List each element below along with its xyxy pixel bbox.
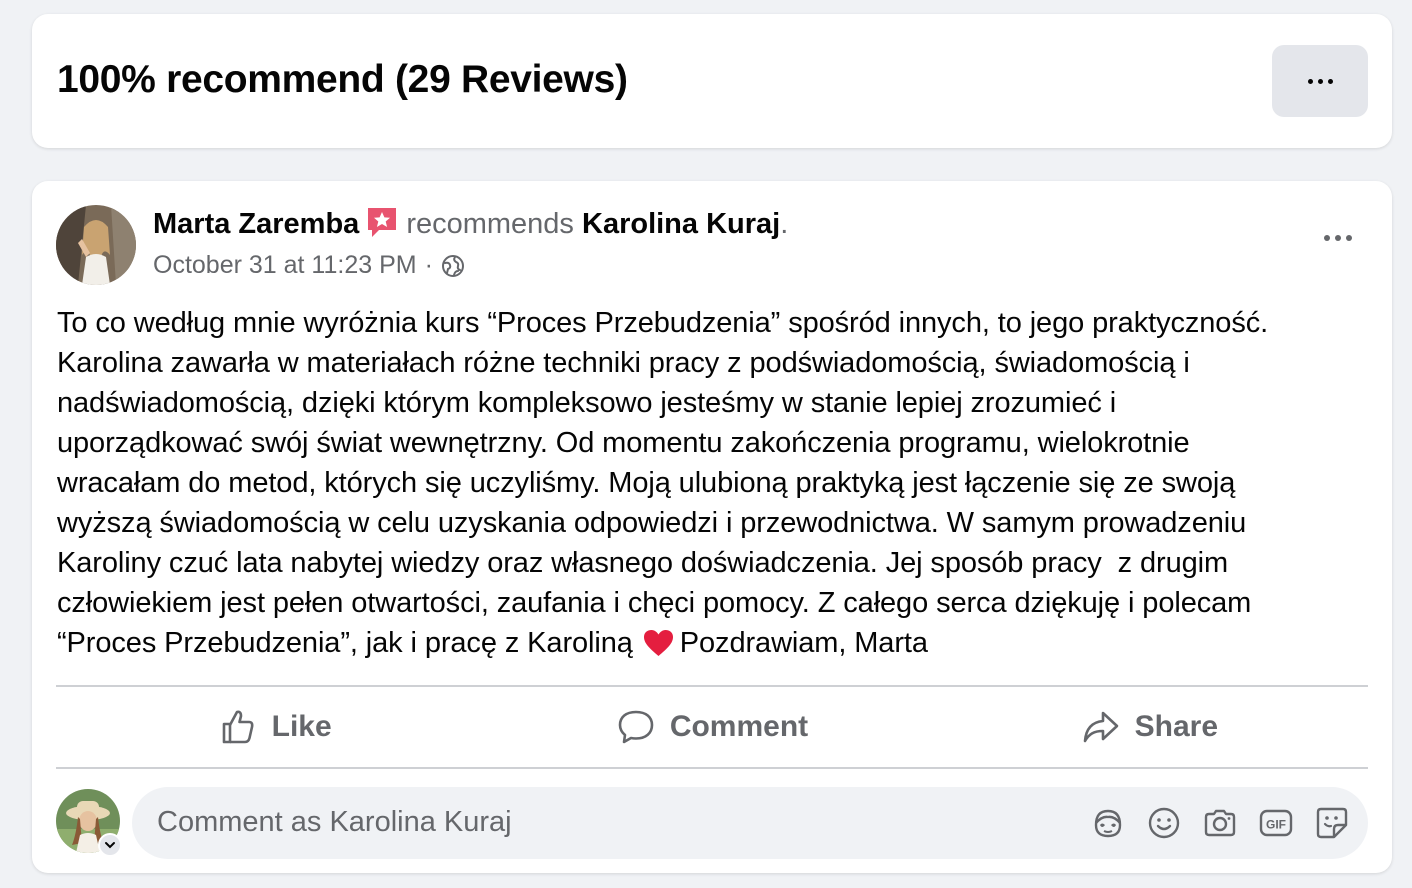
post-actions-bar: Like Comment Share bbox=[56, 687, 1368, 767]
reviews-summary-title: 100% recommend (29 Reviews) bbox=[57, 58, 628, 101]
author-name[interactable]: Marta Zaremba bbox=[153, 208, 359, 241]
avatar-sticker-icon[interactable] bbox=[1090, 805, 1126, 841]
recommendation-star-icon bbox=[365, 205, 399, 239]
sticker-icon[interactable] bbox=[1314, 805, 1350, 841]
post-text-last-line: “Proces Przebudzenia”, jak i pracę z Kar… bbox=[57, 623, 1377, 663]
camera-icon[interactable] bbox=[1202, 805, 1238, 841]
gif-icon[interactable]: GIF bbox=[1258, 805, 1294, 841]
post-author-line: Marta Zaremba recommends Karolina Kuraj … bbox=[153, 207, 788, 241]
author-line-period: . bbox=[780, 207, 789, 240]
chevron-down-icon[interactable] bbox=[98, 833, 122, 857]
post-text-line: nadświadomością, dzięki którym komplekso… bbox=[57, 387, 1117, 419]
review-post-card: Marta Zaremba recommends Karolina Kuraj … bbox=[32, 181, 1392, 873]
post-text-line: Karolina zawarła w materiałach różne tec… bbox=[57, 347, 1190, 379]
reviews-header-card: 100% recommend (29 Reviews) bbox=[32, 14, 1392, 148]
emoji-icon[interactable] bbox=[1146, 805, 1182, 841]
more-horizontal-icon bbox=[1324, 235, 1352, 241]
red-heart-icon bbox=[643, 630, 673, 656]
post-text-line: wracałam do metod, których się uczyliśmy… bbox=[57, 467, 1236, 499]
post-timestamp[interactable]: October 31 at 11:23 PM bbox=[153, 251, 417, 280]
comment-input[interactable]: Comment as Karolina Kuraj GIF bbox=[132, 787, 1368, 859]
share-label: Share bbox=[1134, 710, 1219, 743]
post-text-line: uporządkować swój świat wewnętrzny. Od m… bbox=[57, 427, 1190, 459]
post-text-line: To co według mnie wyróżnia kurs “Proces … bbox=[57, 307, 1269, 339]
post-text-line: Karoliny czuć lata nabytej wiedzy oraz w… bbox=[57, 547, 1229, 579]
post-text-line: człowiekiem jest pełen otwartości, zaufa… bbox=[57, 587, 1252, 619]
comment-bubble-icon bbox=[618, 710, 654, 744]
meta-separator: · bbox=[424, 251, 433, 279]
like-label: Like bbox=[271, 710, 332, 743]
post-text-line: wyższą świadomością w celu uzyskania odp… bbox=[57, 507, 1247, 539]
post-body: To co według mnie wyróżnia kurs “Proces … bbox=[57, 303, 1377, 663]
thumbs-up-icon bbox=[222, 710, 254, 744]
author-avatar[interactable] bbox=[56, 205, 136, 285]
post-text-segment: “Proces Przebudzenia”, jak i pracę z Kar… bbox=[57, 627, 633, 659]
post-more-button[interactable] bbox=[1324, 235, 1352, 241]
actions-divider-bottom bbox=[56, 767, 1368, 769]
composer-icons: GIF bbox=[1090, 805, 1350, 841]
svg-text:GIF: GIF bbox=[1266, 818, 1286, 832]
share-arrow-icon bbox=[1083, 711, 1118, 743]
globe-icon[interactable] bbox=[441, 254, 465, 278]
comment-button[interactable]: Comment bbox=[493, 687, 930, 767]
post-text-segment: Pozdrawiam, Marta bbox=[679, 627, 928, 659]
more-horizontal-icon bbox=[1307, 78, 1333, 84]
recommended-page-name[interactable]: Karolina Kuraj bbox=[582, 208, 780, 241]
share-button[interactable]: Share bbox=[931, 687, 1368, 767]
post-meta: October 31 at 11:23 PM · bbox=[153, 251, 465, 280]
comment-label: Comment bbox=[669, 710, 809, 743]
like-button[interactable]: Like bbox=[56, 687, 493, 767]
header-more-button[interactable] bbox=[1272, 45, 1368, 117]
recommends-text: recommends bbox=[406, 207, 574, 240]
comment-composer: Comment as Karolina Kuraj GIF bbox=[56, 787, 1368, 859]
comment-placeholder: Comment as Karolina Kuraj bbox=[157, 806, 512, 838]
